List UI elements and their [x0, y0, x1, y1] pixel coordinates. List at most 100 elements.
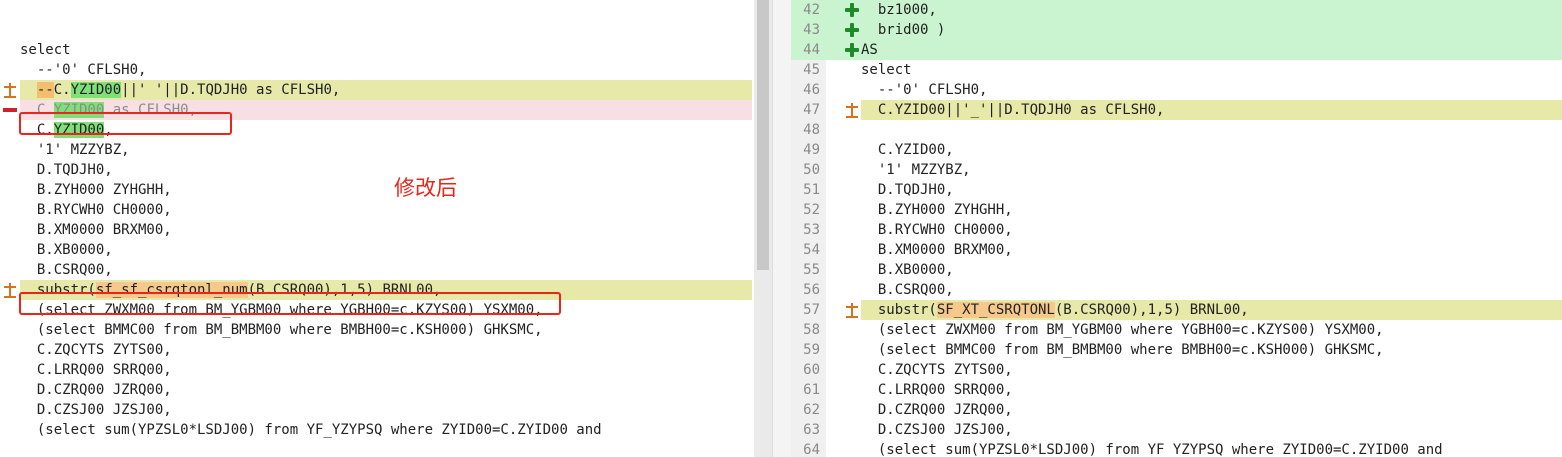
left-code-line[interactable]: B.XB0000,	[0, 240, 752, 260]
code-text: B.XB0000,	[20, 240, 752, 260]
code-segment: B.XB0000,	[861, 262, 954, 278]
right-code-line[interactable]: 51 D.TQDJH0,	[790, 180, 1562, 200]
code-text: B.ZYH000 ZYHGHH,	[20, 180, 752, 200]
right-code-line[interactable]: 52 B.ZYH000 ZYHGHH,	[790, 200, 1562, 220]
right-code-line[interactable]: 49 C.YZID00,	[790, 140, 1562, 160]
left-code-line[interactable]: D.CZSJ00 JZSJ00,	[0, 400, 752, 420]
left-code-line[interactable]: --C.YZID00||' '||D.TQDJH0 as CFLSH0,	[0, 80, 752, 100]
code-text: B.XB0000,	[861, 260, 1562, 280]
code-text: B.XM0000 BRXM00,	[861, 240, 1562, 260]
right-code-line[interactable]: 59 (select BMMC00 from BM_BMBM00 where B…	[790, 340, 1562, 360]
left-code-line[interactable]: B.XM0000 BRXM00,	[0, 220, 752, 240]
code-segment: (B.CSRQ00),1,5) BRNL00,	[1054, 302, 1249, 318]
right-code-line[interactable]: 48	[790, 120, 1562, 140]
right-code-line[interactable]: 46 --'0' CFLSH0,	[790, 80, 1562, 100]
code-text: B.CSRQ00,	[861, 280, 1562, 300]
line-number: 52	[803, 202, 820, 218]
line-number: 57	[803, 302, 820, 318]
pane-divider[interactable]	[772, 0, 791, 457]
left-code-line[interactable]	[0, 0, 752, 20]
code-segment: C.YZID00||'_'||D.TQDJH0 as CFLSH0,	[861, 102, 1165, 118]
code-segment: D.CZRQ00 JZRQ00,	[20, 382, 172, 398]
right-code-line[interactable]: 55 B.XB0000,	[790, 260, 1562, 280]
line-number: 64	[803, 442, 820, 457]
left-diff-pane[interactable]: select --'0' CFLSH0, --C.YZID00||' '||D.…	[0, 0, 772, 457]
line-number: 47	[803, 102, 820, 118]
left-scrollbar[interactable]	[754, 0, 772, 457]
right-diff-pane[interactable]: 42 bz1000, 43 brid00 ) 44 AS 45 select 46 --'0…	[790, 0, 1562, 457]
change-icon[interactable]	[3, 83, 17, 98]
right-code-line[interactable]: 61 C.LRRQ00 SRRQ00,	[790, 380, 1562, 400]
line-number: 59	[803, 342, 820, 358]
line-number: 62	[803, 402, 820, 418]
right-code-line[interactable]: 62 D.CZRQ00 JZRQ00,	[790, 400, 1562, 420]
code-segment: (select sum(YPZSL0*LSDJ00) from YF_YZYPS…	[861, 442, 1443, 457]
highlight-box-changed-line	[19, 292, 561, 315]
left-code-line[interactable]: '1' MZZYBZ,	[0, 140, 752, 160]
line-number: 51	[803, 182, 820, 198]
right-code-line[interactable]: 42 bz1000,	[790, 0, 1562, 20]
left-code-line[interactable]: --'0' CFLSH0,	[0, 60, 752, 80]
code-text: B.RYCWH0 CH0000,	[861, 220, 1562, 240]
right-code-line[interactable]: 64 (select sum(YPZSL0*LSDJ00) from YF_YZ…	[790, 440, 1562, 457]
code-text: B.ZYH000 ZYHGHH,	[861, 200, 1562, 220]
line-number: 56	[803, 282, 820, 298]
line-number: 50	[803, 162, 820, 178]
left-code-line[interactable]: select	[0, 40, 752, 60]
code-segment: B.ZYH000 ZYHGHH,	[861, 202, 1013, 218]
left-code-line[interactable]: B.RYCWH0 CH0000,	[0, 200, 752, 220]
right-code-line[interactable]: 54 B.XM0000 BRXM00,	[790, 240, 1562, 260]
code-text: B.XM0000 BRXM00,	[20, 220, 752, 240]
left-code-line[interactable]: D.TQDJH0,	[0, 160, 752, 180]
code-segment: ||' '||D.TQDJH0 as CFLSH0,	[121, 82, 341, 98]
right-code-line[interactable]: 60 C.ZQCYTS ZYTS00,	[790, 360, 1562, 380]
code-segment: D.TQDJH0,	[861, 182, 954, 198]
code-segment: D.TQDJH0,	[20, 162, 113, 178]
code-segment: AS	[861, 42, 878, 58]
right-code-line[interactable]: 63 D.CZSJ00 JZSJ00,	[790, 420, 1562, 440]
change-icon[interactable]	[845, 303, 859, 318]
change-icon[interactable]	[845, 103, 859, 118]
line-number: 49	[803, 142, 820, 158]
code-segment: B.CSRQ00,	[861, 282, 954, 298]
left-code-line[interactable]: (select sum(YPZSL0*LSDJ00) from YF_YZYPS…	[0, 420, 752, 440]
code-text: brid00 )	[861, 20, 1562, 40]
line-number: 55	[803, 262, 820, 278]
plus-icon[interactable]	[845, 3, 859, 17]
code-text: select	[20, 40, 752, 60]
left-code-line[interactable]: B.ZYH000 ZYHGHH,	[0, 180, 752, 200]
right-code-line[interactable]: 43 brid00 )	[790, 20, 1562, 40]
left-code-line[interactable]: B.CSRQ00,	[0, 260, 752, 280]
left-code-line[interactable]: C.LRRQ00 SRRQ00,	[0, 360, 752, 380]
left-code-line[interactable]	[0, 20, 752, 40]
code-segment: D.CZSJ00 JZSJ00,	[861, 422, 1013, 438]
right-code-line[interactable]: 57 substr(SF_XT_CSRQTONL(B.CSRQ00),1,5) …	[790, 300, 1562, 320]
code-segment: (select BMMC00 from BM_BMBM00 where BMBH…	[20, 322, 543, 338]
line-number: 54	[803, 242, 820, 258]
code-text: bz1000,	[861, 0, 1562, 20]
right-code-line[interactable]: 58 (select ZWXM00 from BM_YGBM00 where Y…	[790, 320, 1562, 340]
right-code-line[interactable]: 50 '1' MZZYBZ,	[790, 160, 1562, 180]
diff-highlight: YZID00	[70, 82, 122, 98]
line-number: 61	[803, 382, 820, 398]
code-segment: (select sum(YPZSL0*LSDJ00) from YF_YZYPS…	[20, 422, 602, 438]
minus-icon[interactable]	[3, 103, 17, 117]
left-code-line[interactable]: (select BMMC00 from BM_BMBM00 where BMBH…	[0, 320, 752, 340]
plus-icon[interactable]	[845, 43, 859, 57]
change-icon[interactable]	[3, 283, 17, 298]
right-code-line[interactable]: 53 B.RYCWH0 CH0000,	[790, 220, 1562, 240]
code-text: B.CSRQ00,	[20, 260, 752, 280]
code-segment: C.ZQCYTS ZYTS00,	[20, 342, 172, 358]
right-code-line[interactable]: 56 B.CSRQ00,	[790, 280, 1562, 300]
left-code-line[interactable]: C.ZQCYTS ZYTS00,	[0, 340, 752, 360]
left-code-line[interactable]: D.CZRQ00 JZRQ00,	[0, 380, 752, 400]
code-segment: D.CZRQ00 JZRQ00,	[861, 402, 1013, 418]
right-code-line[interactable]: 47 C.YZID00||'_'||D.TQDJH0 as CFLSH0,	[790, 100, 1562, 120]
right-code-line[interactable]: 45 select	[790, 60, 1562, 80]
left-scrollbar-thumb[interactable]	[757, 0, 769, 270]
line-number: 63	[803, 422, 820, 438]
plus-icon[interactable]	[845, 23, 859, 37]
code-text: D.TQDJH0,	[861, 180, 1562, 200]
right-code-line[interactable]: 44 AS	[790, 40, 1562, 60]
